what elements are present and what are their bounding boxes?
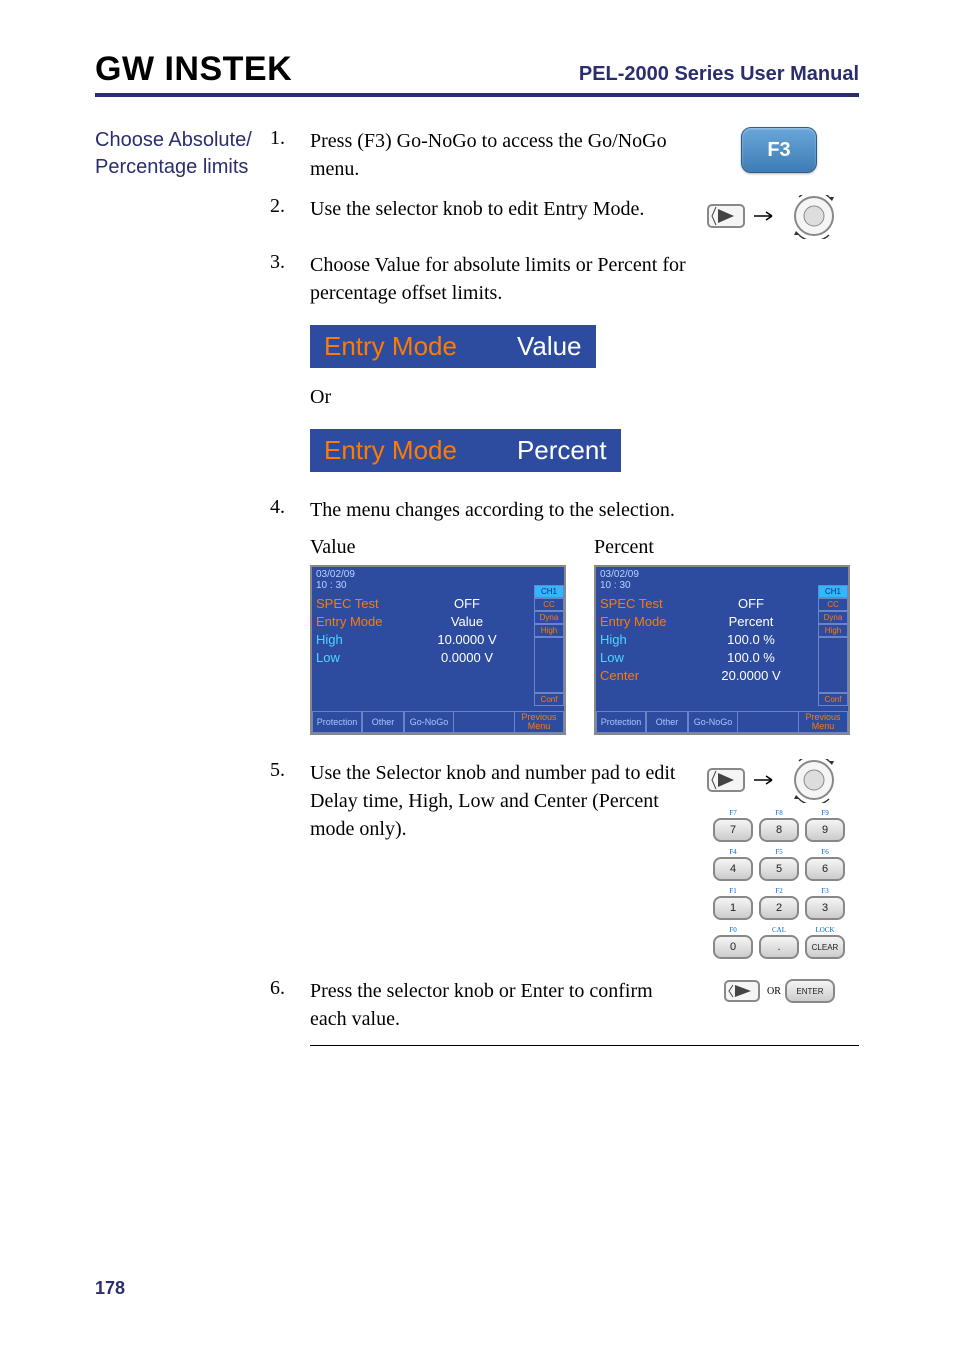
selector-knob-arrow-icon <box>704 759 854 803</box>
step-text: Use the Selector knob and number pad to … <box>310 759 699 843</box>
numpad-flabel: F0 <box>729 926 736 935</box>
lcd-key: Low <box>600 649 688 667</box>
selector-knob-arrow-icon <box>704 195 854 239</box>
lcd-fbtn-prev: Previous Menu <box>798 711 848 733</box>
lcd-date: 03/02/09 <box>316 569 560 580</box>
numpad-key-9[interactable]: 9 <box>805 818 845 842</box>
lcd-time: 10 : 30 <box>600 580 844 591</box>
lcd-date: 03/02/09 <box>600 569 844 580</box>
lcd-value: 10.0000 V <box>404 631 560 649</box>
lcd-row: Center20.0000 V <box>600 667 844 685</box>
lcd-key: High <box>600 631 688 649</box>
step-text: The menu changes according to the select… <box>310 496 699 524</box>
lcd-row: Entry ModeValue <box>316 613 560 631</box>
step-number: 2. <box>270 195 310 218</box>
brand-logo: GW INSTEK <box>95 50 292 89</box>
lcd-row: Low100.0 % <box>600 649 844 667</box>
lcd-fbtn-gonogo: Go-NoGo <box>688 711 738 733</box>
lcd-value: Percent <box>688 613 844 631</box>
lcd-value: OFF <box>688 595 844 613</box>
lcd-value: 100.0 % <box>688 631 844 649</box>
numpad-flabel: F1 <box>729 887 736 896</box>
entry-mode-label: Entry Mode <box>324 435 457 466</box>
numpad-key-3[interactable]: 3 <box>805 896 845 920</box>
numpad-key-6[interactable]: 6 <box>805 857 845 881</box>
lcd-key: Center <box>600 667 688 685</box>
numpad-key-0[interactable]: 0 <box>713 935 753 959</box>
numpad-flabel: F2 <box>775 887 782 896</box>
numpad-flabel: F9 <box>821 809 828 818</box>
lcd-row: High100.0 % <box>600 631 844 649</box>
manual-title: PEL-2000 Series User Manual <box>579 63 859 86</box>
lcd-fbtn-prev: Previous Menu <box>514 711 564 733</box>
numpad-flabel: CAL <box>772 926 786 935</box>
lcd-row: SPEC TestOFF <box>600 595 844 613</box>
step-number: 5. <box>270 759 310 782</box>
lcd-value: 20.0000 V <box>688 667 844 685</box>
or-text: Or <box>310 386 859 409</box>
lcd-percent-screenshot: 03/02/09 10 : 30 CH1 CC Dyna High Conf S… <box>594 565 850 735</box>
lcd-fbtn-other: Other <box>362 711 404 733</box>
lcd-row: Entry ModePercent <box>600 613 844 631</box>
step-text: Press (F3) Go-NoGo to access the Go/NoGo… <box>310 127 699 183</box>
entry-mode-value-bar: Entry Mode Value <box>310 325 596 368</box>
numpad-key-8[interactable]: 8 <box>759 818 799 842</box>
screen-heading-percent: Percent <box>594 536 850 559</box>
step-number: 1. <box>270 127 310 150</box>
numpad-flabel: F7 <box>729 809 736 818</box>
numpad-icon: F77 F88 F99 F44 F55 F66 F11 F22 F33 F00 CAL. LOCKCL… <box>713 809 845 959</box>
step-text: Press the selector knob or Enter to conf… <box>310 977 699 1033</box>
lcd-fbtn-other: Other <box>646 711 688 733</box>
lcd-key: SPEC Test <box>600 595 688 613</box>
lcd-value-screenshot: 03/02/09 10 : 30 CH1 CC Dyna High Conf S… <box>310 565 566 735</box>
numpad-key-2[interactable]: 2 <box>759 896 799 920</box>
lcd-row: SPEC TestOFF <box>316 595 560 613</box>
lcd-fbtn-protection: Protection <box>312 711 362 733</box>
numpad-flabel: F8 <box>775 809 782 818</box>
step-text: Choose Value for absolute limits or Perc… <box>310 251 699 307</box>
lcd-key: Entry Mode <box>316 613 404 631</box>
numpad-key-7[interactable]: 7 <box>713 818 753 842</box>
lcd-key: Low <box>316 649 404 667</box>
lcd-key: Entry Mode <box>600 613 688 631</box>
lcd-value: 100.0 % <box>688 649 844 667</box>
lcd-fbtn-protection: Protection <box>596 711 646 733</box>
lcd-key: High <box>316 631 404 649</box>
f3-key[interactable]: F3 <box>741 127 817 173</box>
numpad-key-.[interactable]: . <box>759 935 799 959</box>
numpad-key-1[interactable]: 1 <box>713 896 753 920</box>
entry-mode-label: Entry Mode <box>324 331 457 362</box>
step-text: Use the selector knob to edit Entry Mode… <box>310 195 699 223</box>
numpad-flabel: LOCK <box>815 926 834 935</box>
numpad-flabel: F3 <box>821 887 828 896</box>
entry-mode-value: Percent <box>517 435 607 466</box>
entry-mode-value: Value <box>517 331 582 362</box>
numpad-key-5[interactable]: 5 <box>759 857 799 881</box>
page-number: 178 <box>95 1278 125 1299</box>
numpad-key-4[interactable]: 4 <box>713 857 753 881</box>
lcd-value: OFF <box>404 595 560 613</box>
step-number: 4. <box>270 496 310 519</box>
lcd-fbtn-gonogo: Go-NoGo <box>404 711 454 733</box>
step-number: 6. <box>270 977 310 1000</box>
numpad-key-clear[interactable]: CLEAR <box>805 935 845 959</box>
lcd-key: SPEC Test <box>316 595 404 613</box>
enter-icon-group: OR ENTER <box>723 977 835 1005</box>
section-label: Choose Absolute/ Percentage limits <box>95 127 270 181</box>
step-number: 3. <box>270 251 310 274</box>
lcd-time: 10 : 30 <box>316 580 560 591</box>
enter-or-text: OR <box>767 986 781 997</box>
entry-mode-percent-bar: Entry Mode Percent <box>310 429 621 472</box>
lcd-value: Value <box>404 613 560 631</box>
numpad-flabel: F6 <box>821 848 828 857</box>
screen-heading-value: Value <box>310 536 566 559</box>
numpad-flabel: F4 <box>729 848 736 857</box>
lcd-row: High10.0000 V <box>316 631 560 649</box>
lcd-row: Low0.0000 V <box>316 649 560 667</box>
enter-key[interactable]: ENTER <box>785 979 835 1003</box>
numpad-flabel: F5 <box>775 848 782 857</box>
lcd-value: 0.0000 V <box>404 649 560 667</box>
